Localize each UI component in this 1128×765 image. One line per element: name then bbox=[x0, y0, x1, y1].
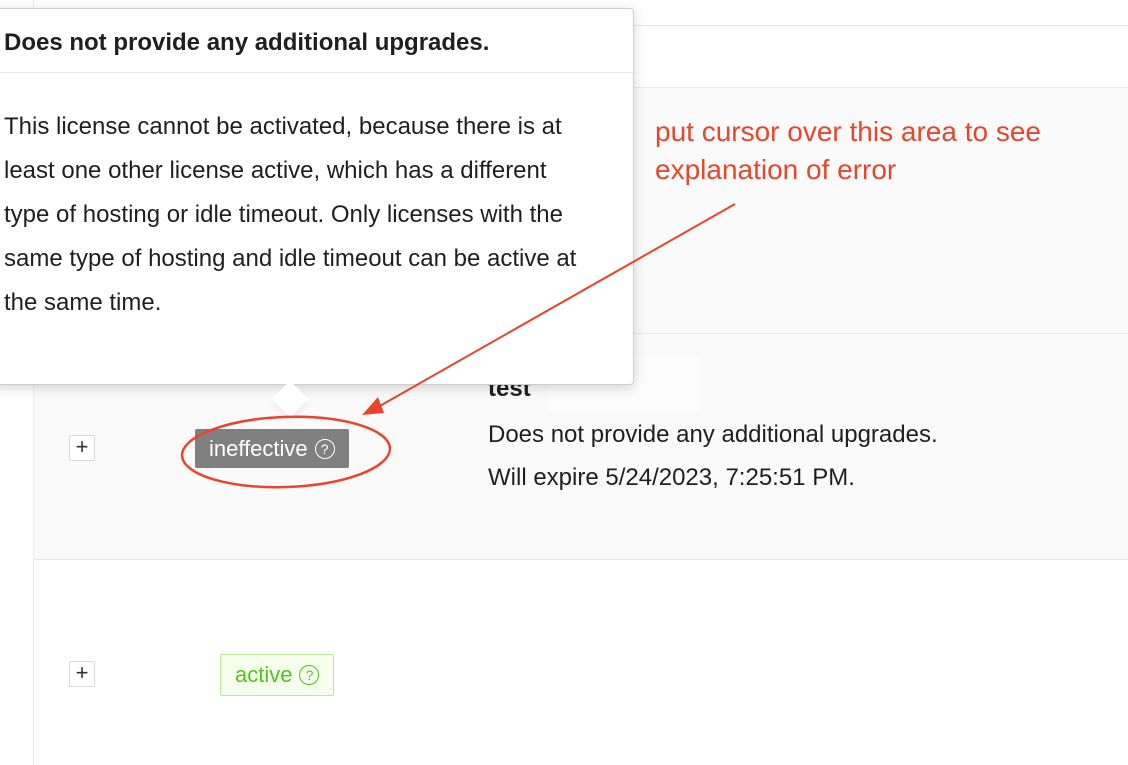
popover-body: This license cannot be activated, becaus… bbox=[4, 113, 577, 316]
question-circle-icon: ? bbox=[299, 665, 320, 685]
plus-icon: + bbox=[75, 434, 89, 459]
table-row-license-active bbox=[34, 560, 1128, 765]
annotation-note: put cursor over this area to see explana… bbox=[655, 116, 1041, 185]
license-description: Does not provide any additional upgrades… bbox=[488, 421, 938, 448]
question-circle-icon: ? bbox=[314, 438, 335, 459]
status-label: ineffective bbox=[209, 435, 308, 461]
popover-title: Does not provide any additional upgrades… bbox=[0, 9, 633, 73]
license-expiry: Will expire 5/24/2023, 7:25:51 PM. bbox=[488, 464, 855, 491]
expand-row-button[interactable]: + bbox=[69, 661, 95, 687]
status-popover: Does not provide any additional upgrades… bbox=[0, 8, 634, 418]
plus-icon: + bbox=[75, 660, 89, 685]
status-badge-active[interactable]: active ? bbox=[220, 654, 335, 696]
status-label: active bbox=[235, 662, 293, 687]
status-badge-ineffective[interactable]: ineffective ? bbox=[195, 429, 349, 468]
expand-row-button[interactable]: + bbox=[69, 435, 95, 461]
